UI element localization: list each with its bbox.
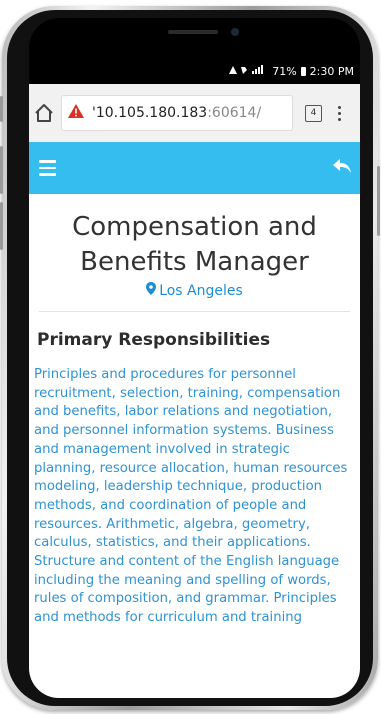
url-path: :60614/: [207, 105, 262, 121]
job-detail: Compensation and Benefits Manager Los An…: [29, 194, 360, 628]
front-camera: [231, 28, 239, 36]
map-marker-icon: [146, 282, 157, 299]
responsibilities-text: Principles and procedures for personnel …: [34, 367, 348, 626]
battery-icon: [300, 66, 306, 76]
screen: 71% 2:30 PM ' 10.105.180.183:60614/ 4 C…: [29, 58, 360, 698]
location-text: Los Angeles: [159, 282, 243, 299]
job-title: Compensation and Benefits Manager: [72, 212, 317, 277]
url-field[interactable]: ' 10.105.180.183:60614/: [61, 95, 293, 131]
tabs-icon[interactable]: 4: [305, 104, 322, 122]
status-bar: 71% 2:30 PM: [29, 58, 360, 84]
browser-toolbar: ' 10.105.180.183:60614/ 4: [29, 84, 360, 142]
mute-switch: [0, 96, 3, 122]
signal-icon: [228, 64, 268, 78]
volume-up-button: [0, 146, 3, 194]
reply-arrow-icon[interactable]: [332, 158, 352, 178]
app-header: [29, 142, 360, 194]
section-heading: Primary Responsibilities: [37, 330, 271, 350]
notch: [90, 24, 300, 52]
status-time: 2:30 PM: [309, 64, 354, 78]
job-location[interactable]: Los Angeles: [29, 282, 360, 299]
power-button: [377, 166, 380, 236]
speaker-grille: [168, 30, 218, 34]
url-host: 10.105.180.183: [95, 105, 208, 121]
battery-percent: 71%: [272, 64, 297, 78]
home-icon[interactable]: [33, 102, 55, 124]
warning-icon: [68, 104, 84, 122]
hamburger-icon[interactable]: [39, 160, 56, 176]
divider: [39, 311, 350, 312]
menu-dots-icon[interactable]: [338, 105, 341, 121]
volume-down-button: [0, 202, 3, 250]
